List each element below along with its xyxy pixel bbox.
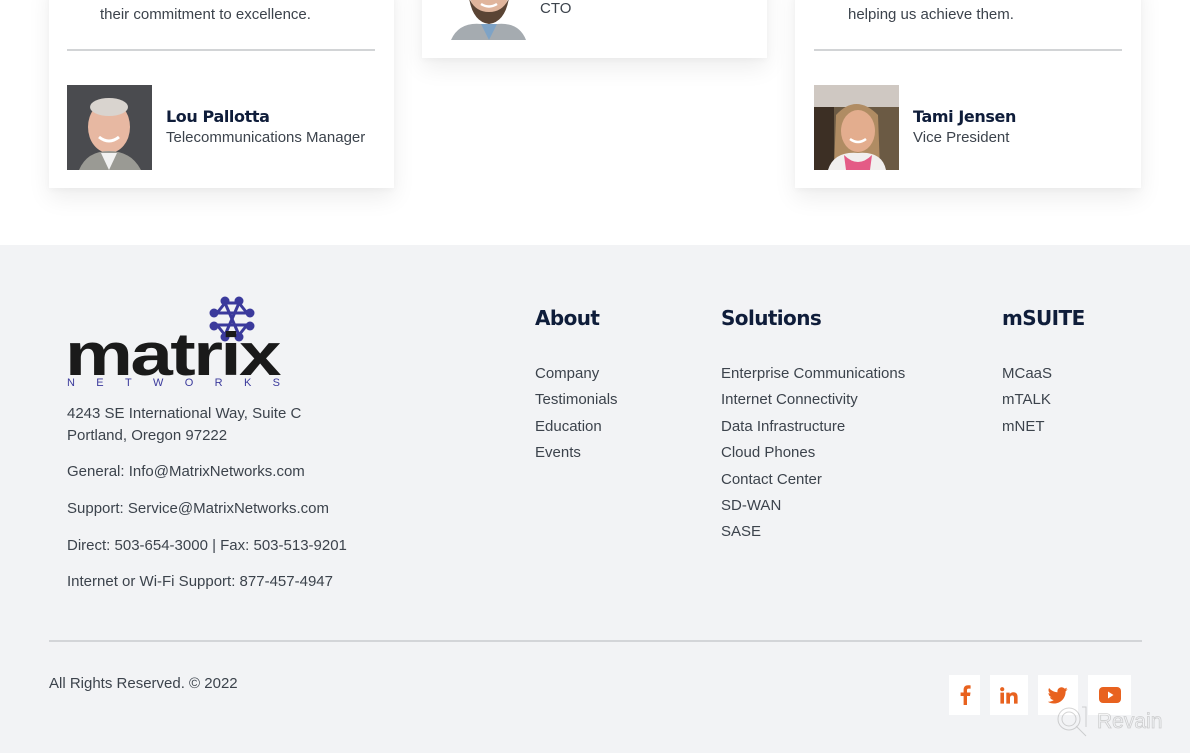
person-name: Lou Pallotta: [166, 107, 270, 126]
footer-link-data-infrastructure[interactable]: Data Infrastructure: [721, 417, 905, 443]
footer-link-events[interactable]: Events: [535, 443, 618, 469]
facebook-icon: [960, 685, 971, 705]
about-heading: About: [535, 306, 600, 330]
facebook-button[interactable]: [949, 675, 980, 715]
twitter-icon: [1048, 686, 1068, 703]
address-line-2: Portland, Oregon 97222: [67, 427, 228, 444]
copyright-text: All Rights Reserved. © 2022: [49, 675, 238, 692]
about-links: Company Testimonials Education Events: [535, 364, 618, 470]
person-title: Vice President: [913, 129, 1010, 146]
footer-link-cloud-phones[interactable]: Cloud Phones: [721, 443, 905, 469]
solutions-links: Enterprise Communications Internet Conne…: [721, 364, 905, 549]
person-photo-icon: [814, 85, 899, 170]
card-divider: [814, 49, 1122, 51]
address-line-1: 4243 SE International Way, Suite C: [67, 405, 302, 422]
internet-support-phone[interactable]: Internet or Wi-Fi Support: 877-457-4947: [67, 573, 333, 590]
footer-link-mcaas[interactable]: MCaaS: [1002, 364, 1052, 390]
testimonial-card: CTO: [422, 0, 767, 58]
footer-link-education[interactable]: Education: [535, 417, 618, 443]
avatar: [67, 85, 152, 170]
watermark-text: Revain: [1097, 710, 1163, 734]
person-photo-icon: [451, 0, 526, 40]
matrix-networks-logo[interactable]: matrix NETWORKS: [65, 295, 283, 389]
testimonials-section: their commitment to excellence. Lou Pall…: [0, 0, 1190, 245]
direct-fax-phone[interactable]: Direct: 503-654-3000 | Fax: 503-513-9201: [67, 537, 347, 554]
footer-link-company[interactable]: Company: [535, 364, 618, 390]
revain-watermark: Revain: [1055, 705, 1163, 739]
footer-link-sase[interactable]: SASE: [721, 522, 905, 548]
footer-link-mnet[interactable]: mNET: [1002, 417, 1052, 443]
footer-link-enterprise-communications[interactable]: Enterprise Communications: [721, 364, 905, 390]
card-divider: [67, 49, 375, 51]
person-title: CTO: [540, 0, 572, 17]
avatar: [814, 85, 899, 170]
testimonial-card: their commitment to excellence. Lou Pall…: [49, 0, 394, 188]
youtube-icon: [1098, 687, 1121, 703]
footer-link-sd-wan[interactable]: SD-WAN: [721, 496, 905, 522]
linkedin-button[interactable]: [990, 675, 1028, 715]
footer-divider: [49, 640, 1142, 642]
person-photo-icon: [67, 85, 152, 170]
testimonial-quote: helping us achieve them.: [848, 6, 1014, 23]
solutions-heading: Solutions: [721, 306, 822, 330]
revain-logo-icon: [1057, 706, 1087, 737]
testimonial-card: helping us achieve them. Tami Jensen Vic…: [795, 0, 1141, 188]
msuite-links: MCaaS mTALK mNET: [1002, 364, 1052, 443]
person-name: Tami Jensen: [913, 107, 1016, 126]
site-footer: matrix NETWORKS 4243 SE International Wa…: [0, 245, 1190, 753]
avatar: [451, 0, 526, 40]
testimonial-quote: their commitment to excellence.: [100, 6, 311, 23]
linkedin-icon: [1000, 686, 1018, 704]
general-email[interactable]: General: Info@MatrixNetworks.com: [67, 463, 305, 480]
footer-link-internet-connectivity[interactable]: Internet Connectivity: [721, 390, 905, 416]
logo-icon: matrix NETWORKS: [65, 296, 283, 389]
person-title: Telecommunications Manager: [166, 129, 366, 146]
msuite-heading: mSUITE: [1002, 306, 1085, 330]
support-email[interactable]: Support: Service@MatrixNetworks.com: [67, 500, 329, 517]
footer-link-contact-center[interactable]: Contact Center: [721, 470, 905, 496]
footer-link-mtalk[interactable]: mTALK: [1002, 390, 1052, 416]
footer-link-testimonials[interactable]: Testimonials: [535, 390, 618, 416]
